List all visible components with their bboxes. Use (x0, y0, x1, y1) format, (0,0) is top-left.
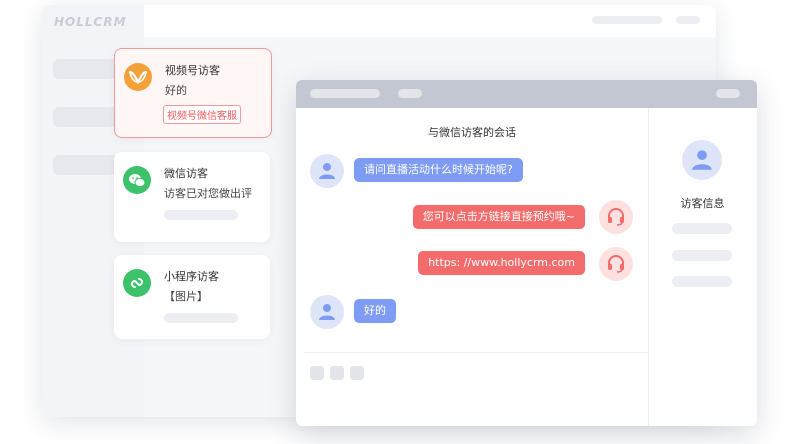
input-divider (304, 352, 648, 353)
text-placeholder (164, 210, 238, 220)
chat-window: 与微信访客的会话 请问直播活动什么时候开始呢? 您可以点击方链接直接预约哦~ h… (296, 80, 757, 426)
app-logo: HOLLCRM (54, 15, 127, 29)
conversation-title: 微信访客 (164, 167, 208, 180)
info-field-placeholder (672, 276, 732, 287)
visitor-message: 请问直播活动什么时候开始呢? (354, 158, 523, 182)
visitor-info-label: 访客信息 (680, 197, 725, 210)
mini-program-icon (123, 269, 151, 297)
emoji-tool-button[interactable] (310, 366, 324, 380)
chat-title-bar (296, 80, 757, 108)
conversation-last-message: 好的 (165, 84, 187, 97)
top-bar (144, 5, 716, 37)
text-placeholder (164, 313, 238, 323)
visitor-message: 好的 (354, 299, 396, 323)
agent-message: 您可以点击方链接直接预约哦~ (412, 205, 585, 229)
conversation-title: 视频号访客 (165, 64, 220, 77)
conversation-last-message: 访客已对您做出评 (164, 187, 252, 200)
conversation-last-message: 【图片】 (164, 290, 208, 303)
panel-divider (648, 108, 649, 426)
agent-message-link[interactable]: https: //www.hollycrm.com (418, 251, 585, 275)
channel-tag: 视频号微信客服 (163, 105, 241, 124)
channels-icon (124, 63, 152, 91)
conversation-item-channels[interactable]: 视频号访客 好的 视频号微信客服 (114, 48, 272, 138)
top-bar-placeholder (592, 16, 662, 24)
headset-icon (599, 247, 633, 281)
conversation-title: 小程序访客 (164, 270, 219, 283)
visitor-info-avatar (682, 140, 722, 180)
file-tool-button[interactable] (350, 366, 364, 380)
info-field-placeholder (672, 223, 732, 234)
visitor-avatar (310, 154, 344, 188)
top-bar-placeholder (676, 16, 700, 24)
wechat-icon (123, 166, 151, 194)
title-bar-placeholder (310, 89, 380, 98)
title-bar-placeholder (398, 89, 422, 98)
headset-icon (599, 200, 633, 234)
conversation-item-wechat[interactable]: 微信访客 访客已对您做出评 (114, 152, 270, 242)
conversation-item-mini-program[interactable]: 小程序访客 【图片】 (114, 255, 270, 339)
info-field-placeholder (672, 250, 732, 261)
chat-title: 与微信访客的会话 (428, 126, 516, 139)
image-tool-button[interactable] (330, 366, 344, 380)
visitor-avatar (310, 295, 344, 329)
title-bar-placeholder (716, 89, 740, 98)
